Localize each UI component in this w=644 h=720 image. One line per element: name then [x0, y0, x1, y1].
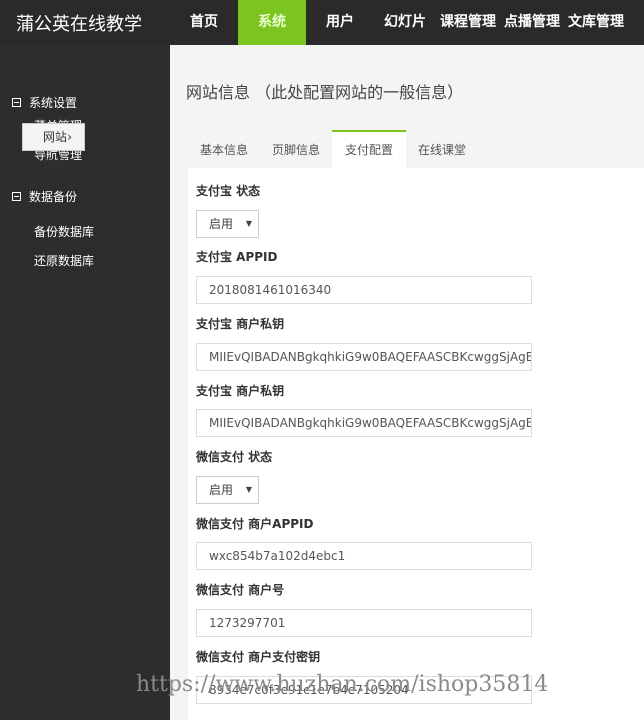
app-logo: 蒲公英在线教学	[16, 13, 142, 35]
tab-basic[interactable]: 基本信息	[188, 130, 260, 168]
collapse-icon	[12, 191, 21, 201]
select-value: 启用	[209, 483, 234, 497]
sidebar-group-system[interactable]: 系统设置	[0, 92, 170, 112]
alipay-status-label: 支付宝 状态	[196, 184, 261, 198]
sidebar-group-backup[interactable]: 数据备份	[0, 186, 170, 206]
item-label: 网站信息	[43, 130, 68, 170]
wx-appid-input[interactable]: wxc854b7a102d4ebc1	[196, 542, 532, 570]
page-title: 网站信息 （此处配置网站的一般信息）	[186, 83, 464, 102]
top-bar: 蒲公英在线教学 首页 系统 用户 幻灯片 课程管理 点播管理 文库管理	[0, 0, 644, 45]
nav-slides[interactable]: 幻灯片	[374, 0, 436, 45]
tab-payment[interactable]: 支付配置	[332, 130, 407, 168]
caret-down-icon: ▼	[245, 485, 252, 494]
nav-system[interactable]: 系统	[238, 0, 306, 45]
alipay-key2-input[interactable]: MIIEvQIBADANBgkqhkiG9w0BAQEFAASCBKcwggSj…	[196, 409, 532, 437]
sidebar: 系统设置 网站信息› 菜单管理 导航管理 数据备份 备份数据库 还原数据库	[0, 45, 170, 720]
tab-footer[interactable]: 页脚信息	[260, 130, 332, 168]
nav-vod[interactable]: 点播管理	[500, 0, 564, 45]
nav-users[interactable]: 用户	[306, 0, 374, 45]
nav-home[interactable]: 首页	[170, 0, 238, 45]
collapse-icon	[12, 97, 21, 107]
select-value: 启用	[209, 217, 234, 231]
alipay-key2-label: 支付宝 商户私钥	[196, 384, 285, 398]
alipay-appid-label: 支付宝 APPID	[196, 250, 278, 264]
tabs: 基本信息 页脚信息 支付配置 在线课堂	[188, 130, 478, 168]
group-label: 系统设置	[29, 95, 78, 110]
sidebar-item-backup-db[interactable]: 备份数据库	[0, 218, 170, 247]
main-nav: 首页 系统 用户 幻灯片 课程管理 点播管理 文库管理	[170, 0, 628, 45]
caret-down-icon: ▼	[245, 219, 252, 228]
wx-mch-label: 微信支付 商户号	[196, 583, 285, 597]
wx-status-select[interactable]: 启用 ▼	[196, 476, 259, 504]
main-content: 网站信息 （此处配置网站的一般信息） 基本信息 页脚信息 支付配置 在线课堂 支…	[170, 45, 644, 720]
alipay-status-select[interactable]: 启用 ▼	[196, 210, 259, 238]
tab-online-class[interactable]: 在线课堂	[406, 130, 478, 168]
wx-mch-input[interactable]: 1273297701	[196, 609, 532, 637]
wx-status-label: 微信支付 状态	[196, 450, 273, 464]
alipay-key-input[interactable]: MIIEvQIBADANBgkqhkiG9w0BAQEFAASCBKcwggSj…	[196, 343, 532, 371]
alipay-key-label: 支付宝 商户私钥	[196, 317, 285, 331]
payment-form: 支付宝 状态 启用 ▼ 支付宝 APPID 2018081461016340 支付…	[188, 168, 644, 720]
chevron-right-icon: ›	[67, 130, 72, 144]
wx-appid-label: 微信支付 商户APPID	[196, 517, 314, 531]
alipay-appid-input[interactable]: 2018081461016340	[196, 276, 532, 304]
sidebar-item-site-info[interactable]: 网站信息 ›	[22, 123, 85, 170]
group-label: 数据备份	[29, 189, 78, 204]
wx-key-label: 微信支付 商户支付密钥	[196, 650, 321, 664]
watermark: https://www.huzhan.com/ishop35814	[136, 672, 549, 697]
sidebar-item-restore-db[interactable]: 还原数据库	[0, 247, 170, 276]
nav-courses[interactable]: 课程管理	[436, 0, 500, 45]
nav-library[interactable]: 文库管理	[564, 0, 628, 45]
